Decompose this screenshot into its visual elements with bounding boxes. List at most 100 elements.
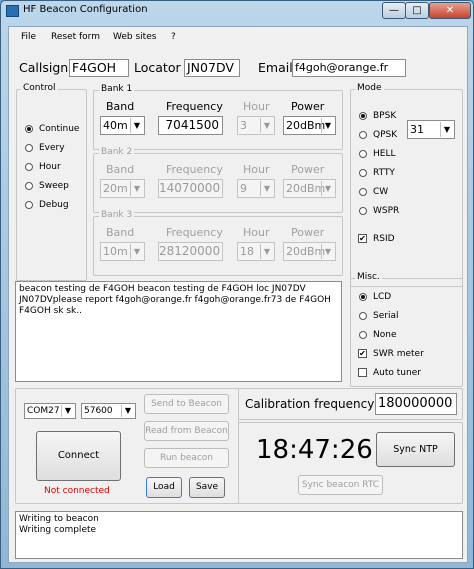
- log-textarea[interactable]: Writing to beacon Writing complete: [15, 511, 463, 559]
- log-line: Writing to beacon: [19, 514, 99, 524]
- bank1-hour-header: Hour: [243, 100, 270, 113]
- sync-beacon-rtc-button[interactable]: Sync beacon RTC: [298, 475, 383, 495]
- app-window: HF Beacon Configuration — □ ✕ File Reset…: [0, 0, 474, 569]
- bank1-band-value: 40m: [103, 119, 128, 132]
- swr-meter-checkbox[interactable]: ✔: [358, 349, 367, 358]
- locator-label: Locator: [134, 60, 181, 75]
- chevron-down-icon: ▼: [121, 405, 134, 417]
- chevron-down-icon: ▼: [130, 244, 143, 259]
- misc-option-label: None: [373, 330, 397, 340]
- control-debug-radio[interactable]: [25, 201, 33, 209]
- control-option-label: Debug: [39, 200, 69, 210]
- bank2-power-select[interactable]: 20dBm ▼: [283, 179, 336, 198]
- run-beacon-button[interactable]: Run beacon: [144, 448, 229, 468]
- control-option-label: Hour: [39, 162, 61, 172]
- rsid-label: RSID: [373, 234, 395, 244]
- connect-button[interactable]: Connect: [36, 431, 121, 481]
- mode-option-label: RTTY: [373, 168, 395, 178]
- mode-rtty-radio[interactable]: [359, 169, 367, 177]
- email-label: Email: [258, 60, 293, 75]
- callsign-field[interactable]: F4GOH: [69, 59, 129, 77]
- bank2-hour-select[interactable]: 9 ▼: [237, 179, 275, 198]
- chevron-down-icon: ▼: [321, 181, 334, 196]
- control-group-label: Control: [21, 83, 58, 93]
- misc-none-radio[interactable]: [359, 331, 367, 339]
- minimize-button[interactable]: —: [382, 2, 406, 19]
- bank2-label: Bank 2: [99, 147, 135, 157]
- bank3-power-select[interactable]: 20dBm ▼: [283, 242, 336, 261]
- mode-wspr-radio[interactable]: [359, 207, 367, 215]
- chevron-down-icon: ▼: [440, 122, 453, 137]
- control-every-radio[interactable]: [25, 144, 33, 152]
- mode-option-label: CW: [373, 187, 389, 197]
- rsid-checkbox[interactable]: ✔: [358, 234, 367, 243]
- bank2-band-value: 20m: [103, 182, 128, 195]
- bank3-hour-header: Hour: [243, 226, 270, 239]
- bank3-frequency-input[interactable]: 28120000: [158, 242, 223, 261]
- mode-option-label: QPSK: [373, 130, 398, 140]
- mode-bpsk-radio[interactable]: [359, 112, 367, 120]
- bank3-band-value: 10m: [103, 245, 128, 258]
- mode-qpsk-radio[interactable]: [359, 131, 367, 139]
- mode-option-label: WSPR: [373, 206, 400, 216]
- sync-ntp-button[interactable]: Sync NTP: [376, 432, 455, 467]
- bank1-band-select[interactable]: 40m ▼: [100, 116, 145, 135]
- control-option-label: Every: [39, 143, 65, 153]
- mode-group: [350, 89, 463, 287]
- log-line: Writing complete: [19, 525, 97, 535]
- baud-rate-select[interactable]: 57600 ▼: [81, 403, 136, 419]
- mode-hell-radio[interactable]: [359, 150, 367, 158]
- calibration-frequency-input[interactable]: 180000000: [375, 393, 457, 415]
- bank1-power-value: 20dBm: [286, 119, 326, 132]
- chevron-down-icon: ▼: [260, 181, 273, 196]
- misc-option-label: LCD: [373, 292, 392, 302]
- save-button[interactable]: Save: [189, 477, 225, 498]
- chevron-down-icon: ▼: [130, 118, 143, 133]
- chevron-down-icon: ▼: [260, 118, 273, 133]
- maximize-button[interactable]: □: [405, 2, 429, 19]
- bank3-power-value: 20dBm: [286, 245, 326, 258]
- bank2-frequency-input[interactable]: 14070000: [158, 179, 223, 198]
- com-port-value: COM27: [27, 406, 60, 416]
- bank1-label: Bank 1: [99, 84, 135, 94]
- bank2-frequency-header: Frequency: [166, 163, 223, 176]
- bank2-power-value: 20dBm: [286, 182, 326, 195]
- chevron-down-icon: ▼: [321, 244, 334, 259]
- bank1-hour-select[interactable]: 3 ▼: [237, 116, 275, 135]
- read-from-beacon-button[interactable]: Read from Beacon: [144, 421, 229, 441]
- load-button[interactable]: Load: [146, 477, 182, 498]
- mode-cw-radio[interactable]: [359, 188, 367, 196]
- menu-web-sites[interactable]: Web sites: [113, 32, 156, 42]
- bank1-power-select[interactable]: 20dBm ▼: [283, 116, 336, 135]
- menu-help[interactable]: ?: [171, 32, 176, 42]
- app-icon: [6, 5, 19, 17]
- calibration-label: Calibration frequency: [245, 397, 375, 411]
- menu-file[interactable]: File: [21, 32, 36, 42]
- close-button[interactable]: ✕: [429, 2, 471, 19]
- control-hour-radio[interactable]: [25, 163, 33, 171]
- auto-tuner-label: Auto tuner: [373, 368, 421, 378]
- bank3-hour-value: 18: [240, 245, 254, 258]
- com-port-select[interactable]: COM27 ▼: [24, 403, 76, 419]
- control-continue-radio[interactable]: [25, 125, 33, 133]
- bank3-hour-select[interactable]: 18 ▼: [237, 242, 275, 261]
- misc-serial-radio[interactable]: [359, 312, 367, 320]
- qpsk-rate-select[interactable]: 31 ▼: [407, 120, 455, 139]
- send-to-beacon-button[interactable]: Send to Beacon: [144, 394, 229, 414]
- beacon-message-textarea[interactable]: beacon testing de F4GOH beacon testing d…: [15, 281, 342, 382]
- auto-tuner-checkbox[interactable]: [358, 368, 367, 377]
- bank1-frequency-input[interactable]: 7041500: [158, 116, 223, 135]
- email-field[interactable]: f4goh@orange.fr: [292, 59, 406, 77]
- misc-lcd-radio[interactable]: [359, 293, 367, 301]
- control-sweep-radio[interactable]: [25, 182, 33, 190]
- bank2-band-select[interactable]: 20m ▼: [100, 179, 145, 198]
- chevron-down-icon: ▼: [61, 405, 74, 417]
- bank3-band-select[interactable]: 10m ▼: [100, 242, 145, 261]
- locator-field[interactable]: JN07DV: [184, 59, 240, 77]
- menu-reset-form[interactable]: Reset form: [51, 32, 100, 42]
- chevron-down-icon: ▼: [321, 118, 334, 133]
- bank2-band-header: Band: [106, 163, 135, 176]
- misc-group-label: Misc.: [355, 272, 382, 282]
- bank3-label: Bank 3: [99, 210, 135, 220]
- bank1-power-header: Power: [291, 100, 325, 113]
